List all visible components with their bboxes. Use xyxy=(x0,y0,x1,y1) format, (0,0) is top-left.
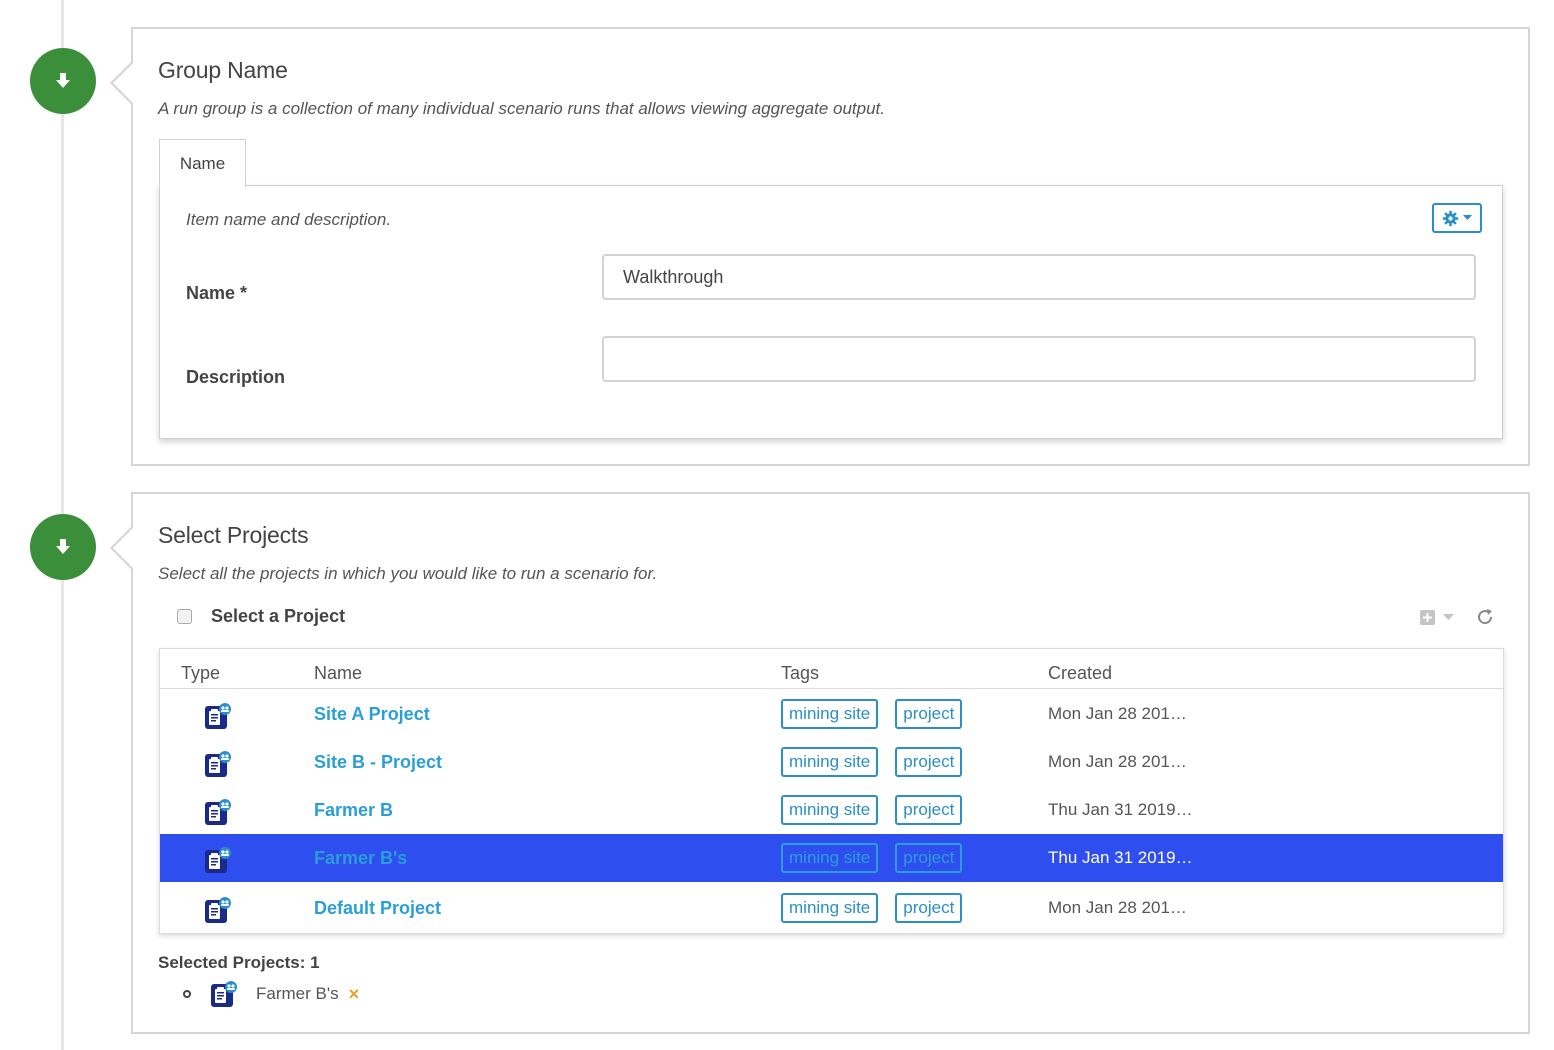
tag-badge[interactable]: mining site xyxy=(781,747,879,777)
created-date: Thu Jan 31 2019… xyxy=(1048,848,1193,867)
select-all-label: Select a Project xyxy=(211,606,346,626)
tag-badge[interactable]: project xyxy=(895,843,963,873)
tab-name[interactable]: Name xyxy=(159,139,246,187)
projects-table: Type Name Tags Created Site A Project min… xyxy=(159,648,1504,934)
tag-badge[interactable]: mining site xyxy=(781,795,879,825)
column-header-name[interactable]: Name xyxy=(314,663,362,684)
refresh-icon[interactable] xyxy=(1476,608,1494,626)
tab-content: Item name and description. Name * Walkth… xyxy=(159,185,1503,439)
select-all-row: Select a Project xyxy=(177,606,345,627)
tag-badge[interactable]: project xyxy=(895,747,963,777)
tag-badge[interactable]: project xyxy=(895,893,963,923)
selected-project-name: Farmer B's xyxy=(256,984,339,1003)
list-bullet xyxy=(183,990,191,998)
tag-badge[interactable]: project xyxy=(895,699,963,729)
created-date: Mon Jan 28 201… xyxy=(1048,752,1187,771)
selected-project-item: Farmer B's × xyxy=(183,980,359,1008)
table-toolbar xyxy=(1420,608,1494,626)
column-header-tags[interactable]: Tags xyxy=(781,663,819,684)
select-all-checkbox[interactable] xyxy=(177,609,192,624)
add-dropdown-button[interactable] xyxy=(1420,609,1454,625)
created-date: Mon Jan 28 201… xyxy=(1048,898,1187,917)
project-name-link[interactable]: Site B - Project xyxy=(314,752,442,773)
step-badge xyxy=(30,514,96,580)
created-date: Mon Jan 28 201… xyxy=(1048,704,1187,723)
panel-title: Select Projects xyxy=(158,522,309,548)
project-name-link[interactable]: Site A Project xyxy=(314,704,430,725)
project-clipboard-icon xyxy=(204,702,232,735)
project-clipboard-icon xyxy=(204,798,232,831)
name-field-label: Name * xyxy=(186,283,248,303)
name-input[interactable] xyxy=(602,254,1476,300)
step-badge xyxy=(30,48,96,114)
download-arrow-icon xyxy=(56,73,70,88)
description-input[interactable] xyxy=(602,336,1476,382)
gear-icon xyxy=(1442,210,1459,226)
panel-description: A run group is a collection of many indi… xyxy=(158,99,886,118)
plus-square-icon xyxy=(1420,609,1435,625)
group-name-panel: Group Name A run group is a collection o… xyxy=(110,27,1530,466)
table-row[interactable]: Site B - Project mining site project Mon Ja… xyxy=(160,738,1503,786)
project-name-link[interactable]: Farmer B's xyxy=(314,848,407,869)
remove-selected-icon[interactable]: × xyxy=(349,984,360,1005)
table-row[interactable]: Farmer B's mining site project Thu Jan 31 2… xyxy=(160,834,1503,882)
project-name-link[interactable]: Default Project xyxy=(314,898,441,919)
project-clipboard-icon xyxy=(210,980,238,1008)
selected-projects-count: Selected Projects: 1 xyxy=(158,953,320,972)
created-date: Thu Jan 31 2019… xyxy=(1048,800,1193,819)
caret-down-icon xyxy=(1443,613,1454,620)
select-projects-panel: Select Projects Select all the projects … xyxy=(110,492,1530,1034)
project-name-link[interactable]: Farmer B xyxy=(314,800,393,821)
caret-down-icon xyxy=(1463,215,1472,220)
table-header: Type Name Tags Created xyxy=(160,649,1503,689)
table-row[interactable]: Site A Project mining site project Mon Jan … xyxy=(160,690,1503,738)
download-arrow-icon xyxy=(56,539,70,554)
settings-dropdown-button[interactable] xyxy=(1432,203,1482,233)
project-clipboard-icon xyxy=(204,750,232,783)
table-row[interactable]: Default Project mining site project Mon Jan… xyxy=(160,884,1503,932)
column-header-type[interactable]: Type xyxy=(181,663,220,684)
description-field-label: Description xyxy=(186,367,286,387)
project-clipboard-icon xyxy=(204,846,232,879)
panel-description: Select all the projects in which you wou… xyxy=(158,564,658,583)
tab-description: Item name and description. xyxy=(186,210,392,229)
tag-badge[interactable]: mining site xyxy=(781,699,879,729)
tag-badge[interactable]: project xyxy=(895,795,963,825)
tag-badge[interactable]: mining site xyxy=(781,893,879,923)
column-header-created[interactable]: Created xyxy=(1048,663,1112,684)
tag-badge[interactable]: mining site xyxy=(781,843,879,873)
panel-title: Group Name xyxy=(158,57,288,83)
project-clipboard-icon xyxy=(204,896,232,929)
table-row[interactable]: Farmer B mining site project Thu Jan 31 201… xyxy=(160,786,1503,834)
